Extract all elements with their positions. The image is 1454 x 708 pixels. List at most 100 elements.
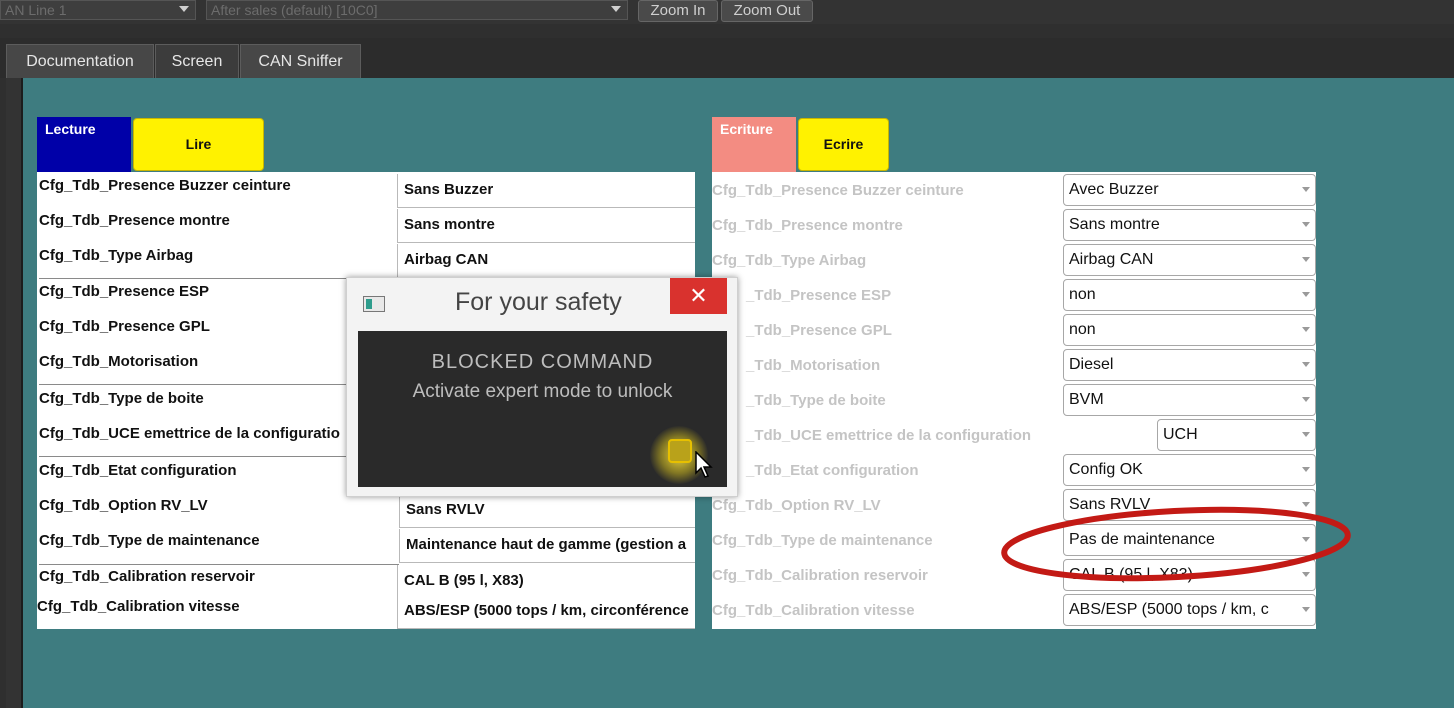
line-select[interactable]: AN Line 1 (0, 0, 196, 20)
lecture-label: Cfg_Tdb_Motorisation (39, 353, 199, 370)
divider (39, 564, 399, 565)
airbag-select[interactable]: Airbag CAN (1063, 244, 1316, 276)
zoom-in-button[interactable]: Zoom In (638, 0, 718, 22)
lecture-value: Maintenance haut de gamme (gestion a (399, 529, 695, 563)
etat-config-select-value: Config OK (1069, 461, 1143, 478)
ecriture-label: Cfg_Tdb_Type Airbag (712, 252, 867, 269)
montre-select-value: Sans montre (1069, 216, 1160, 233)
maintenance-select[interactable]: Pas de maintenance (1063, 524, 1316, 556)
safety-dialog: For your safety ✕ BLOCKED COMMAND Activa… (346, 277, 738, 497)
uce-select-value: UCH (1163, 426, 1198, 443)
dialog-title: For your safety (455, 288, 622, 316)
motorisation-select[interactable]: Diesel (1063, 349, 1316, 381)
boite-select[interactable]: BVM (1063, 384, 1316, 416)
chevron-down-icon (1302, 397, 1310, 402)
chevron-down-icon (1302, 327, 1310, 332)
toolbar: AN Line 1 After sales (default) [10C0] Z… (0, 0, 1454, 24)
blocked-command-text: BLOCKED COMMAND (431, 351, 654, 373)
ecriture-label: _Tdb_Type de boite (746, 392, 886, 409)
app-window: AN Line 1 After sales (default) [10C0] Z… (0, 0, 1454, 708)
vitesse-select[interactable]: ABS/ESP (5000 tops / km, c (1063, 594, 1316, 626)
ecriture-label: Cfg_Tdb_Type de maintenance (712, 532, 933, 549)
esp-select[interactable]: non (1063, 279, 1316, 311)
chevron-down-icon (179, 6, 189, 12)
vitesse-select-value: ABS/ESP (5000 tops / km, c (1069, 601, 1269, 618)
lecture-label: Cfg_Tdb_UCE emettrice de la configuratio (39, 425, 340, 442)
chevron-down-icon (1302, 572, 1310, 577)
chevron-down-icon (1302, 537, 1310, 542)
lecture-label: Cfg_Tdb_Presence ESP (39, 283, 210, 300)
lecture-label: Cfg_Tdb_Etat configuration (39, 462, 237, 479)
lecture-value: Sans RVLV (399, 494, 695, 528)
maintenance-select-value: Pas de maintenance (1069, 531, 1215, 548)
zoom-out-button[interactable]: Zoom Out (721, 0, 813, 22)
chevron-down-icon (1302, 502, 1310, 507)
etat-config-select[interactable]: Config OK (1063, 454, 1316, 486)
chevron-down-icon (1302, 432, 1310, 437)
lecture-label: Cfg_Tdb_Presence GPL (39, 318, 210, 335)
chevron-down-icon (1302, 187, 1310, 192)
lecture-label: Cfg_Tdb_Option RV_LV (39, 497, 208, 514)
lecture-value: CAL B (95 l, X83) (397, 565, 695, 599)
ecriture-label: _Tdb_UCE emettrice de la configuration (746, 427, 1032, 444)
gpl-select[interactable]: non (1063, 314, 1316, 346)
expert-mode-text: Activate expert mode to unlock (412, 381, 673, 402)
chevron-down-icon (1302, 292, 1310, 297)
ecrire-button[interactable]: Ecrire (798, 118, 889, 171)
line-select-value: AN Line 1 (5, 2, 67, 18)
chevron-down-icon (611, 6, 621, 12)
lire-button[interactable]: Lire (133, 118, 264, 171)
tab-can-sniffer[interactable]: CAN Sniffer (240, 44, 361, 78)
ecriture-label: Cfg_Tdb_Calibration vitesse (712, 602, 915, 619)
ecriture-header: Ecriture (712, 117, 796, 172)
montre-select[interactable]: Sans montre (1063, 209, 1316, 241)
ecriture-label: _Tdb_Motorisation (746, 357, 881, 374)
uce-select[interactable]: UCH (1157, 419, 1316, 451)
ecriture-label: Cfg_Tdb_Calibration reservoir (712, 567, 928, 584)
reservoir-select[interactable]: CAL B (95 l, X83) (1063, 559, 1316, 591)
tab-screen[interactable]: Screen (155, 44, 239, 78)
chevron-down-icon (1302, 467, 1310, 472)
lecture-value: Airbag CAN (397, 244, 695, 278)
boite-select-value: BVM (1069, 391, 1104, 408)
divider (39, 384, 399, 385)
lecture-value: Sans montre (397, 209, 695, 243)
window-icon (363, 296, 385, 312)
lecture-label: Cfg_Tdb_Calibration vitesse (37, 598, 240, 615)
tab-documentation[interactable]: Documentation (6, 44, 154, 78)
lecture-label: Cfg_Tdb_Type de boite (39, 390, 204, 407)
buzzer-select[interactable]: Avec Buzzer (1063, 174, 1316, 206)
lecture-value: ABS/ESP (5000 tops / km, circonférence (397, 595, 695, 629)
esp-select-value: non (1069, 286, 1096, 303)
lecture-label: Cfg_Tdb_Presence Buzzer ceinture (39, 177, 291, 194)
lecture-label: Cfg_Tdb_Presence montre (39, 212, 230, 229)
chevron-down-icon (1302, 607, 1310, 612)
ok-button[interactable] (668, 439, 692, 463)
close-button[interactable]: ✕ (670, 278, 727, 314)
airbag-select-value: Airbag CAN (1069, 251, 1154, 268)
chevron-down-icon (1302, 362, 1310, 367)
session-select[interactable]: After sales (default) [10C0] (206, 0, 628, 20)
rvlv-select[interactable]: Sans RVLV (1063, 489, 1316, 521)
divider (39, 456, 399, 457)
chevron-down-icon (1302, 222, 1310, 227)
session-select-value: After sales (default) [10C0] (211, 2, 378, 18)
rvlv-select-value: Sans RVLV (1069, 496, 1151, 513)
lecture-label: Cfg_Tdb_Type Airbag (39, 247, 194, 264)
dialog-body: BLOCKED COMMAND Activate expert mode to … (358, 331, 727, 487)
divider (39, 278, 399, 279)
lecture-value: Sans Buzzer (397, 174, 695, 208)
motorisation-select-value: Diesel (1069, 356, 1114, 373)
ecriture-panel: Cfg_Tdb_Presence Buzzer ceinture Cfg_Tdb… (712, 172, 1064, 629)
panel-scroll-edge (6, 78, 23, 708)
buzzer-select-value: Avec Buzzer (1069, 181, 1159, 198)
reservoir-select-value: CAL B (95 l, X83) (1069, 566, 1193, 583)
ecriture-label: Cfg_Tdb_Presence Buzzer ceinture (712, 182, 964, 199)
lecture-label: Cfg_Tdb_Type de maintenance (39, 532, 260, 549)
ecriture-label: _Tdb_Presence GPL (746, 322, 892, 339)
lecture-header: Lecture (37, 117, 131, 172)
chevron-down-icon (1302, 257, 1310, 262)
ecriture-label: _Tdb_Presence ESP (746, 287, 892, 304)
gpl-select-value: non (1069, 321, 1096, 338)
lecture-label: Cfg_Tdb_Calibration reservoir (39, 568, 255, 585)
